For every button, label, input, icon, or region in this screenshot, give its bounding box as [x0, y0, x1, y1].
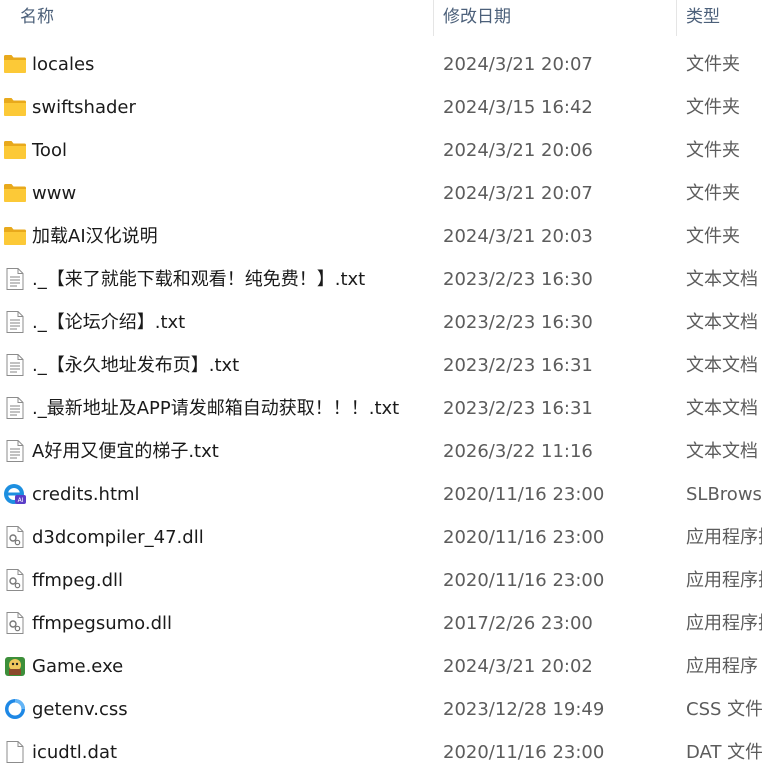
file-row[interactable]: ._【论坛介绍】.txt 2023/2/23 16:30 文本文档 [0, 301, 762, 344]
folder-icon [3, 139, 27, 161]
file-type: 文本文档 [686, 398, 758, 419]
text-file-icon [3, 311, 27, 333]
file-type: 应用程序扩展 [686, 613, 762, 634]
file-type: 文件夹 [686, 140, 740, 161]
file-row[interactable]: 加载AI汉化说明 2024/3/21 20:03 文件夹 [0, 215, 762, 258]
file-type: 应用程序扩展 [686, 527, 762, 548]
column-header-name[interactable]: 名称 [20, 0, 54, 34]
file-type: 文本文档 [686, 355, 758, 376]
file-name: ._【来了就能下载和观看！纯免费！】.txt [32, 269, 366, 290]
folder-icon [3, 53, 27, 75]
file-row[interactable]: A好用又便宜的梯子.txt 2026/3/22 11:16 文本文档 [0, 430, 762, 473]
file-type: 文本文档 [686, 441, 758, 462]
file-modified-date: 2017/2/26 23:00 [443, 613, 593, 634]
file-name: locales [32, 54, 95, 75]
file-name: d3dcompiler_47.dll [32, 527, 204, 548]
folder-icon [3, 182, 27, 204]
file-row[interactable]: ._【永久地址发布页】.txt 2023/2/23 16:31 文本文档 [0, 344, 762, 387]
file-modified-date: 2023/2/23 16:31 [443, 355, 593, 376]
file-modified-date: 2024/3/21 20:07 [443, 183, 593, 204]
file-name: getenv.css [32, 699, 128, 720]
file-name: icudtl.dat [32, 742, 118, 763]
file-name: credits.html [32, 484, 140, 505]
file-type: 文件夹 [686, 226, 740, 247]
file-row[interactable]: swiftshader 2024/3/15 16:42 文件夹 [0, 86, 762, 129]
file-type: 应用程序扩展 [686, 570, 762, 591]
folder-icon [3, 225, 27, 247]
file-modified-date: 2020/11/16 23:00 [443, 742, 605, 763]
svg-text:AI: AI [18, 497, 24, 504]
column-divider[interactable] [433, 0, 434, 36]
file-row[interactable]: icudtl.dat 2020/11/16 23:00 DAT 文件 [0, 731, 762, 774]
file-modified-date: 2024/3/21 20:06 [443, 140, 593, 161]
file-type: 文本文档 [686, 269, 758, 290]
file-list: locales 2024/3/21 20:07 文件夹 swiftshader 2024… [0, 43, 762, 774]
file-row[interactable]: locales 2024/3/21 20:07 文件夹 [0, 43, 762, 86]
column-header-type[interactable]: 类型 [686, 0, 720, 34]
file-modified-date: 2024/3/21 20:07 [443, 54, 593, 75]
column-header-date[interactable]: 修改日期 [443, 0, 511, 34]
file-modified-date: 2023/2/23 16:31 [443, 398, 593, 419]
column-divider[interactable] [676, 0, 677, 36]
file-name: ._最新地址及APP请发邮箱自动获取！！！.txt [32, 398, 400, 419]
file-modified-date: 2020/11/16 23:00 [443, 527, 605, 548]
blank-file-icon [3, 741, 27, 763]
file-row[interactable]: Tool 2024/3/21 20:06 文件夹 [0, 129, 762, 172]
css-file-icon [3, 698, 27, 720]
file-type: CSS 文件 [686, 699, 762, 720]
file-row[interactable]: ._【来了就能下载和观看！纯免费！】.txt 2023/2/23 16:30 文本文… [0, 258, 762, 301]
file-modified-date: 2023/2/23 16:30 [443, 312, 593, 333]
file-name: 加载AI汉化说明 [32, 226, 158, 247]
game-exe-icon [3, 655, 27, 677]
file-modified-date: 2020/11/16 23:00 [443, 570, 605, 591]
file-type: DAT 文件 [686, 742, 762, 763]
file-name: ffmpegsumo.dll [32, 613, 173, 634]
dll-file-icon [3, 612, 27, 634]
file-modified-date: 2024/3/21 20:03 [443, 226, 593, 247]
file-row[interactable]: Game.exe 2024/3/21 20:02 应用程序 [0, 645, 762, 688]
file-modified-date: 2024/3/21 20:02 [443, 656, 593, 677]
file-modified-date: 2020/11/16 23:00 [443, 484, 605, 505]
text-file-icon [3, 440, 27, 462]
file-row[interactable]: getenv.css 2023/12/28 19:49 CSS 文件 [0, 688, 762, 731]
file-name: Tool [32, 140, 67, 161]
dll-file-icon [3, 569, 27, 591]
dll-file-icon [3, 526, 27, 548]
file-modified-date: 2026/3/22 11:16 [443, 441, 593, 462]
file-type: 应用程序 [686, 656, 758, 677]
folder-icon [3, 96, 27, 118]
file-modified-date: 2023/12/28 19:49 [443, 699, 605, 720]
file-row[interactable]: ._最新地址及APP请发邮箱自动获取！！！.txt 2023/2/23 16:31… [0, 387, 762, 430]
file-modified-date: 2023/2/23 16:30 [443, 269, 593, 290]
file-name: ._【永久地址发布页】.txt [32, 355, 240, 376]
sort-indicator-icon: ^ [218, 0, 226, 5]
file-name: A好用又便宜的梯子.txt [32, 441, 219, 462]
browser-icon: AI [3, 483, 27, 505]
file-row[interactable]: AI credits.html 2020/11/16 23:00 SLBrowser [0, 473, 762, 516]
file-type: 文件夹 [686, 183, 740, 204]
file-name: swiftshader [32, 97, 136, 118]
text-file-icon [3, 354, 27, 376]
file-type: SLBrowser [686, 484, 762, 505]
file-row[interactable]: ffmpegsumo.dll 2017/2/26 23:00 应用程序扩展 [0, 602, 762, 645]
column-header: ^ 名称 修改日期 类型 [0, 0, 762, 36]
file-name: ._【论坛介绍】.txt [32, 312, 186, 333]
file-row[interactable]: ffmpeg.dll 2020/11/16 23:00 应用程序扩展 [0, 559, 762, 602]
file-name: ffmpeg.dll [32, 570, 124, 591]
file-row[interactable]: d3dcompiler_47.dll 2020/11/16 23:00 应用程序扩展 [0, 516, 762, 559]
file-name: www [32, 183, 77, 204]
file-row[interactable]: www 2024/3/21 20:07 文件夹 [0, 172, 762, 215]
text-file-icon [3, 268, 27, 290]
file-type: 文件夹 [686, 97, 740, 118]
text-file-icon [3, 397, 27, 419]
file-name: Game.exe [32, 656, 124, 677]
file-modified-date: 2024/3/15 16:42 [443, 97, 593, 118]
file-type: 文件夹 [686, 54, 740, 75]
file-type: 文本文档 [686, 312, 758, 333]
